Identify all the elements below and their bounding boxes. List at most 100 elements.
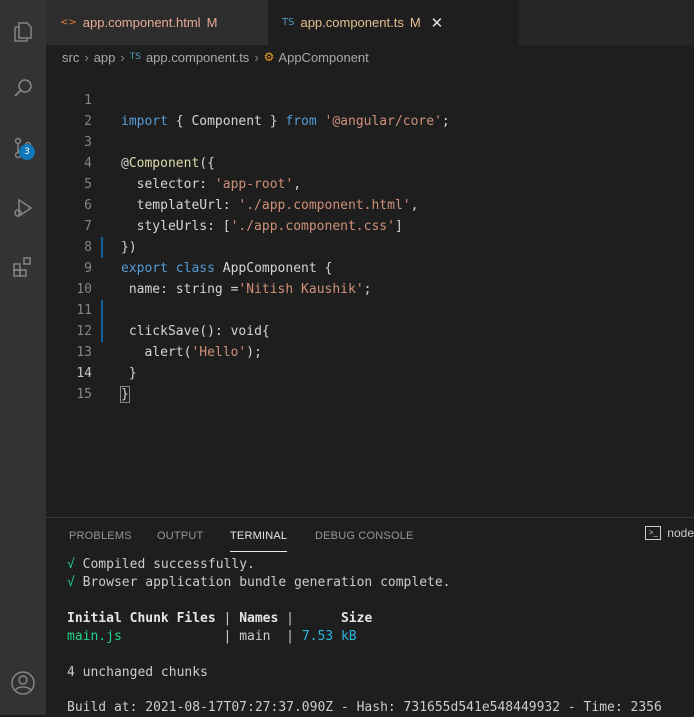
code-line: 2 bbox=[46, 90, 92, 129]
code-token: ; bbox=[441, 114, 450, 129]
tab-app-component-html[interactable]: <> app.component.html M bbox=[46, 0, 268, 45]
tab-app-component-ts[interactable]: TS app.component.ts M ✕ bbox=[268, 0, 518, 45]
code-token: (): bbox=[199, 324, 231, 339]
terminal-text: Browser application bundle generation co… bbox=[74, 575, 451, 590]
bottom-panel: PROBLEMS OUTPUT TERMINAL DEBUG CONSOLE >… bbox=[46, 517, 694, 715]
modified-indicator: M bbox=[409, 15, 421, 30]
extensions-icon[interactable] bbox=[7, 250, 39, 282]
code-token: } bbox=[121, 366, 137, 381]
terminal-text: | bbox=[270, 629, 302, 644]
code-token: export bbox=[121, 261, 168, 276]
code-editor[interactable]: 1 import { Component } from '@angular/co… bbox=[46, 69, 694, 517]
terminal-line: Build at: 2021-08-17T07:27:37.090Z - Has… bbox=[67, 699, 662, 717]
terminal-line: √ Browser application bundle generation … bbox=[67, 574, 451, 592]
code-token: 'Hello' bbox=[191, 345, 247, 360]
chevron-right-icon: › bbox=[120, 49, 125, 65]
code-token: 'Nitish Kaushik' bbox=[238, 282, 364, 297]
terminal-text: | bbox=[121, 629, 240, 644]
code-token: name: bbox=[121, 282, 176, 297]
code-line: 1 import { Component } from '@angular/co… bbox=[46, 69, 450, 129]
close-icon[interactable]: ✕ bbox=[431, 14, 444, 32]
code-token: import bbox=[121, 114, 168, 129]
terminal-text: main.js bbox=[67, 629, 122, 644]
code-token: Component bbox=[128, 156, 200, 171]
breadcrumb: src › app › TS app.component.ts › ⚙ AppC… bbox=[46, 45, 694, 69]
code-line: 13 } bbox=[46, 321, 136, 381]
terminal-selector[interactable]: >_ node bbox=[645, 526, 694, 540]
code-token: }) bbox=[121, 240, 137, 255]
terminal-line: Initial Chunk Files | Names | Size bbox=[67, 610, 372, 628]
code-token: '@angular/core' bbox=[324, 114, 442, 129]
code-line: 5 templateUrl: './app.component.html', bbox=[46, 153, 418, 213]
html-file-icon: <> bbox=[60, 17, 77, 28]
terminal-text: Names bbox=[239, 611, 279, 626]
code-token: ; bbox=[363, 282, 372, 297]
chevron-right-icon: › bbox=[254, 49, 259, 65]
tab-label: app.component.html bbox=[82, 15, 201, 30]
terminal-line: main.js | main | 7.53 kB bbox=[67, 628, 357, 646]
tab-problems[interactable]: PROBLEMS bbox=[69, 518, 132, 554]
terminal-line: 4 unchanged chunks bbox=[67, 664, 208, 682]
code-line: 3 @Component({ bbox=[46, 111, 215, 171]
code-token: ({ bbox=[199, 156, 215, 171]
check-icon: √ bbox=[67, 575, 75, 590]
code-token: class bbox=[175, 261, 215, 276]
breadcrumb-file[interactable]: app.component.ts bbox=[146, 50, 249, 65]
code-token: ] bbox=[394, 219, 403, 234]
account-icon[interactable] bbox=[7, 667, 39, 699]
editor-tabs: <> app.component.html M TS app.component… bbox=[46, 0, 694, 45]
indent-guide bbox=[101, 237, 103, 258]
tab-label: app.component.ts bbox=[300, 15, 404, 30]
terminal-text: | bbox=[215, 611, 240, 626]
code-token: ); bbox=[246, 345, 262, 360]
code-token: from bbox=[285, 114, 317, 129]
code-token: { bbox=[316, 261, 333, 276]
ts-file-icon: TS bbox=[282, 17, 295, 28]
code-token: templateUrl: bbox=[121, 198, 239, 213]
terminal-text: main bbox=[239, 629, 271, 644]
tab-debug-console[interactable]: DEBUG CONSOLE bbox=[315, 518, 414, 554]
code-line: 11 clickSave(): void{ bbox=[46, 279, 269, 339]
line-number: 15 bbox=[76, 387, 92, 402]
activity-bar: 3 bbox=[0, 0, 46, 715]
code-token: styleUrls: [ bbox=[121, 219, 231, 234]
check-icon: √ bbox=[67, 557, 75, 572]
indent-guide bbox=[101, 300, 103, 342]
modified-indicator: M bbox=[206, 15, 218, 30]
code-token: = bbox=[222, 282, 239, 297]
terminal-text: | bbox=[278, 611, 341, 626]
tab-terminal[interactable]: TERMINAL bbox=[230, 518, 288, 552]
code-token: selector: bbox=[121, 177, 215, 192]
breadcrumb-app[interactable]: app bbox=[94, 50, 116, 65]
tab-output[interactable]: OUTPUT bbox=[157, 518, 203, 554]
code-token: './app.component.html' bbox=[238, 198, 411, 213]
terminal-text: 7.53 kB bbox=[301, 629, 357, 644]
terminal-selector-label: node bbox=[667, 526, 694, 540]
terminal-icon: >_ bbox=[645, 526, 662, 540]
breadcrumb-src[interactable]: src bbox=[62, 50, 79, 65]
search-icon[interactable] bbox=[7, 72, 39, 104]
code-token: void bbox=[230, 324, 262, 339]
terminal-text: Size bbox=[340, 611, 373, 626]
code-token: AppComponent bbox=[222, 261, 317, 276]
breadcrumb-symbol[interactable]: AppComponent bbox=[278, 50, 368, 65]
terminal-text: 4 unchanged chunks bbox=[67, 665, 208, 680]
terminal-text: Build at: 2021-08-17T07:27:37.090Z - Has… bbox=[67, 700, 662, 715]
code-token: 'app-root' bbox=[214, 177, 294, 192]
code-token: string bbox=[175, 282, 223, 297]
code-line: 4 selector: 'app-root', bbox=[46, 132, 301, 192]
code-token: } bbox=[120, 386, 130, 403]
panel-tabs: PROBLEMS OUTPUT TERMINAL DEBUG CONSOLE >… bbox=[46, 518, 694, 554]
code-line: 6 styleUrls: ['./app.component.css'] bbox=[46, 174, 403, 234]
code-line: 14 } bbox=[46, 342, 130, 403]
code-line: 9 name: string ='Nitish Kaushik'; bbox=[46, 237, 371, 297]
code-token: clickSave bbox=[121, 324, 200, 339]
run-debug-icon[interactable] bbox=[7, 192, 39, 224]
code-line: 8 export class AppComponent { bbox=[46, 216, 332, 276]
explorer-icon[interactable] bbox=[7, 16, 39, 48]
ts-file-icon: TS bbox=[129, 52, 141, 62]
code-token: { Component } bbox=[167, 114, 286, 129]
code-line: 7 }) bbox=[46, 195, 136, 255]
